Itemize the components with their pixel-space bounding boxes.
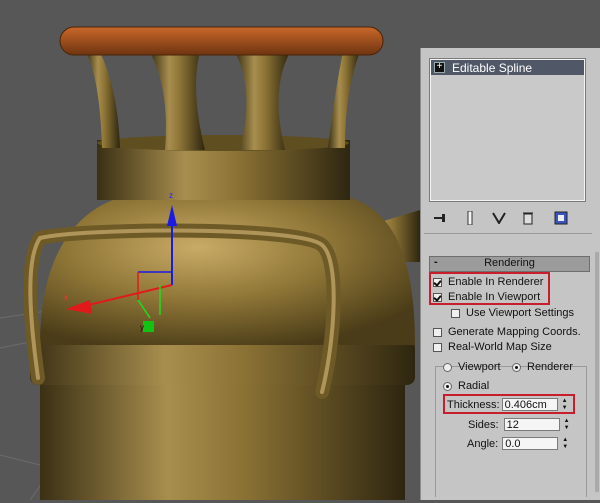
angle-arrows[interactable]: ▲ ▼ [560, 437, 570, 450]
renderer-radio-row[interactable]: Renderer [512, 361, 573, 373]
divider [424, 233, 592, 234]
use-viewport-settings-label: Use Viewport Settings [466, 307, 575, 319]
gizmo-z-label: z [169, 191, 173, 200]
sides-field[interactable]: 12 [503, 418, 560, 431]
angle-spinner: Angle: 0.0 ▲ ▼ [467, 437, 570, 450]
real-world-map-size-row[interactable]: Real-World Map Size [433, 341, 552, 353]
expand-plus-icon[interactable]: + [434, 62, 445, 73]
use-viewport-settings-row[interactable]: Use Viewport Settings [451, 307, 574, 319]
radial-radio-label: Radial [458, 380, 490, 392]
highlight-thickness [443, 394, 575, 414]
rendering-rollout-header[interactable]: - Rendering [429, 256, 590, 272]
configure-modifier-sets-icon[interactable] [551, 210, 571, 226]
show-end-result-icon[interactable] [460, 210, 480, 226]
panel-scrollbar[interactable] [595, 252, 599, 492]
lid [59, 26, 384, 56]
viewport-radio-label: Viewport [458, 361, 501, 373]
real-world-map-size-label: Real-World Map Size [448, 341, 552, 353]
sides-spinner: Sides: 12 ▲ ▼ [468, 418, 572, 431]
angle-field[interactable]: 0.0 [502, 437, 559, 450]
viewport-radio-row[interactable]: Viewport [443, 361, 501, 373]
real-world-map-size-checkbox[interactable] [433, 342, 442, 352]
generate-mapping-coords-label: Generate Mapping Coords. [448, 326, 581, 338]
viewport-radio[interactable] [443, 362, 452, 372]
renderer-radio-label: Renderer [527, 361, 573, 373]
radial-radio[interactable] [443, 381, 452, 391]
remove-modifier-icon[interactable] [518, 210, 538, 226]
use-viewport-settings-checkbox[interactable] [451, 308, 460, 318]
angle-label: Angle: [467, 437, 499, 450]
body-ring [30, 340, 415, 385]
modifier-stack[interactable]: + Editable Spline [429, 58, 586, 202]
pin-stack-icon[interactable] [431, 210, 451, 226]
renderer-radio[interactable] [512, 362, 521, 372]
gizmo-x-label: x [64, 293, 68, 302]
stack-item-editable-spline[interactable]: + Editable Spline [431, 60, 584, 75]
radial-radio-row[interactable]: Radial [443, 380, 489, 392]
lower-body [40, 380, 405, 500]
generate-mapping-coords-row[interactable]: Generate Mapping Coords. [433, 326, 581, 338]
stack-toolbar [431, 209, 581, 227]
sides-arrows[interactable]: ▲ ▼ [562, 418, 572, 431]
gizmo-y-label: y [140, 323, 144, 332]
main-body [40, 195, 415, 345]
highlight-enable-options [429, 272, 550, 305]
rollout-title: Rendering [484, 257, 535, 269]
stack-item-label: Editable Spline [452, 60, 533, 75]
make-unique-icon[interactable] [489, 210, 509, 226]
modify-panel: + Editable Spline - Rendering Enable In … [420, 48, 600, 500]
sides-label: Sides: [468, 418, 499, 431]
generate-mapping-coords-checkbox[interactable] [433, 327, 442, 337]
